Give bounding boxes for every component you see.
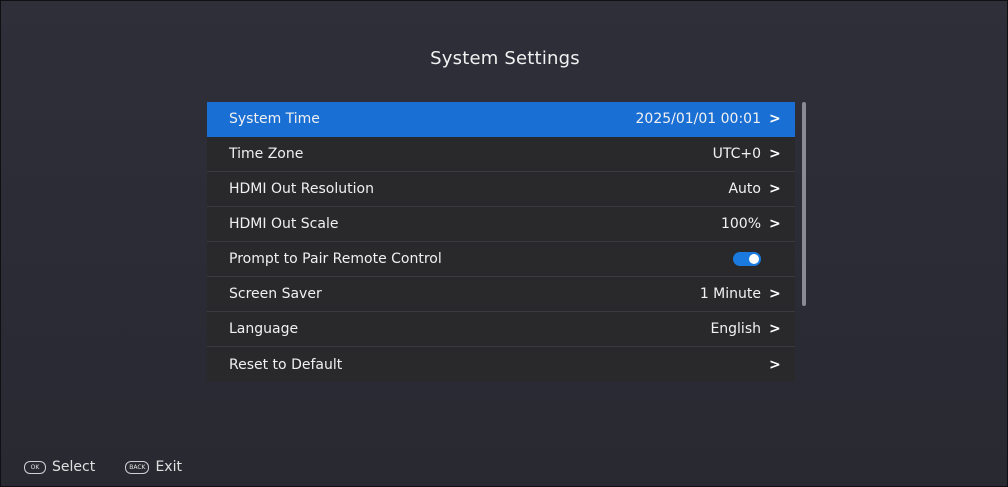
chevron-right-icon: > [769, 111, 781, 127]
setting-value: 2025/01/01 00:01 [635, 111, 762, 127]
exit-hint: BACK Exit [125, 459, 182, 475]
setting-screen-saver[interactable]: Screen Saver 1 Minute > [207, 277, 795, 312]
setting-time-zone[interactable]: Time Zone UTC+0 > [207, 137, 795, 172]
select-hint: OK Select [24, 459, 95, 475]
back-key-icon: BACK [125, 460, 150, 474]
setting-value: UTC+0 [712, 146, 761, 162]
setting-value: 1 Minute [699, 286, 761, 302]
chevron-right-icon: > [769, 216, 781, 232]
setting-value-group: UTC+0 > [712, 146, 781, 162]
toggle-knob [749, 254, 759, 264]
chevron-right-icon: > [769, 181, 781, 197]
list-scrollbar[interactable] [802, 102, 806, 306]
chevron-right-icon: > [769, 286, 781, 302]
chevron-right-icon: > [769, 356, 781, 373]
settings-screen: System Settings System Time 2025/01/01 0… [0, 0, 1008, 487]
chevron-right-icon: > [769, 321, 781, 337]
setting-label: HDMI Out Scale [229, 216, 339, 232]
footer-hints: OK Select BACK Exit [24, 459, 212, 475]
pair-remote-toggle[interactable] [733, 252, 761, 266]
chevron-right-icon: > [769, 146, 781, 162]
setting-value: English [710, 321, 761, 337]
setting-label: Reset to Default [229, 356, 343, 373]
setting-value-group: 2025/01/01 00:01 > [635, 111, 781, 127]
setting-label: Prompt to Pair Remote Control [229, 251, 442, 267]
setting-value: 100% [720, 216, 761, 232]
setting-label: Screen Saver [229, 286, 322, 302]
setting-label: Language [229, 321, 299, 337]
setting-label: Time Zone [229, 146, 304, 162]
setting-value-group: English > [710, 321, 781, 337]
setting-language[interactable]: Language English > [207, 312, 795, 347]
setting-hdmi-out-scale[interactable]: HDMI Out Scale 100% > [207, 207, 795, 242]
page-title: System Settings [430, 48, 580, 69]
setting-hdmi-out-resolution[interactable]: HDMI Out Resolution Auto > [207, 172, 795, 207]
settings-list: System Time 2025/01/01 00:01 > Time Zone… [207, 102, 795, 382]
setting-label: System Time [229, 111, 320, 127]
setting-value-group: Auto > [728, 181, 781, 197]
exit-hint-label: Exit [155, 459, 182, 475]
setting-value-group: 100% > [720, 216, 781, 232]
setting-value-group: 1 Minute > [699, 286, 781, 302]
setting-system-time[interactable]: System Time 2025/01/01 00:01 > [207, 102, 795, 137]
ok-key-icon: OK [24, 460, 46, 474]
setting-value-group: > [769, 356, 781, 373]
setting-prompt-pair-remote[interactable]: Prompt to Pair Remote Control [207, 242, 795, 277]
setting-reset-to-default[interactable]: Reset to Default > [207, 347, 795, 382]
setting-label: HDMI Out Resolution [229, 181, 374, 197]
select-hint-label: Select [52, 459, 96, 475]
setting-value: Auto [728, 181, 761, 197]
